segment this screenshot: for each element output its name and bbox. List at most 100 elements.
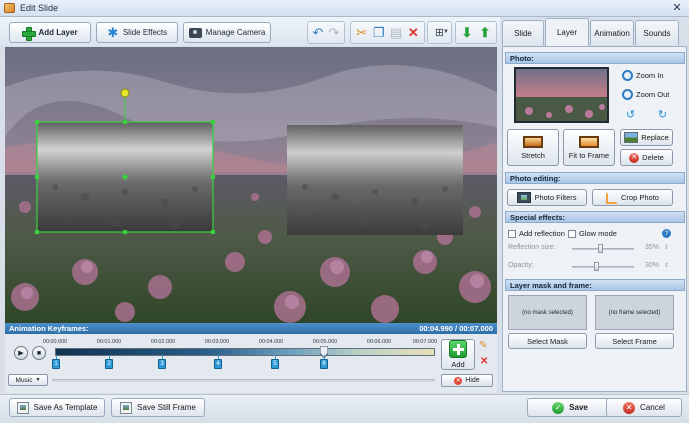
layer-order-group: ⬇ ⬆ [455, 21, 497, 44]
save-still-frame-label: Save Still Frame [137, 403, 196, 412]
tab-animation[interactable]: Animation [590, 20, 634, 45]
fit-to-frame-icon [579, 135, 599, 148]
stretch-label: Stretch [521, 150, 545, 160]
layer-selection[interactable] [5, 47, 497, 323]
still-frame-icon [120, 401, 133, 414]
tick-label: 00:02.000 [150, 339, 176, 345]
tick-label: 00:00.000 [42, 339, 68, 345]
timeline-track[interactable] [55, 348, 435, 356]
add-keyframe-button[interactable]: Add [441, 339, 475, 370]
cancel-icon: ✕ [623, 401, 636, 414]
tab-sounds[interactable]: Sounds [635, 20, 679, 45]
keyframes-time: 00:04.990 / 00:07.000 [419, 324, 493, 333]
select-frame-button[interactable]: Select Frame [595, 333, 674, 349]
keyframe-marker[interactable]: 4 [214, 359, 222, 369]
close-icon[interactable]: ✕ [670, 2, 684, 15]
manage-camera-button[interactable]: Manage Camera [183, 22, 271, 43]
fit-to-frame-button[interactable]: Fit to Frame [563, 129, 615, 166]
photo-section-header: Photo: [505, 52, 685, 64]
photo-thumbnail[interactable] [514, 67, 609, 123]
keyframe-marker[interactable]: 6 [320, 359, 328, 369]
tick-label: 00:07.000 [412, 339, 438, 345]
music-button[interactable]: Music ▼ [8, 374, 48, 386]
tick-label: 00:06.000 [366, 339, 392, 345]
sparkle-icon: ✱ [107, 24, 119, 40]
tick-label: 00:04.000 [258, 339, 284, 345]
keyframe-marker[interactable]: 3 [158, 359, 166, 369]
tick-label: 00:01.000 [96, 339, 122, 345]
checkbox-icon [568, 229, 576, 238]
zoom-in-icon [622, 70, 633, 81]
reflection-size-value: 35% [645, 244, 660, 251]
stop-button[interactable]: ■ [32, 346, 46, 360]
frame-preview: (no frame selected) [595, 295, 674, 330]
save-button[interactable]: ✓ Save [527, 398, 613, 417]
add-reflection-checkbox[interactable]: Add reflection [508, 229, 565, 238]
copy-icon[interactable]: ❐ [371, 25, 387, 41]
stepper-icon[interactable]: ⇕ [664, 262, 669, 269]
save-as-template-button[interactable]: Save As Template [9, 398, 105, 417]
stepper-icon[interactable]: ⇕ [664, 244, 669, 251]
tab-layer[interactable]: Layer [545, 18, 589, 46]
edit-group: ✂ ❐ ▤ ✕ [350, 21, 425, 44]
paste-icon[interactable]: ▤ [388, 25, 404, 41]
pencil-icon[interactable]: ✎ [479, 340, 487, 351]
photo-filters-button[interactable]: Photo Filters [507, 189, 587, 206]
reflection-size-track[interactable] [572, 248, 634, 250]
hide-icon: ✕ [454, 376, 463, 385]
keyframe-marker[interactable]: 2 [105, 359, 113, 369]
zoom-in-button[interactable]: Zoom In [622, 70, 664, 81]
save-still-frame-button[interactable]: Save Still Frame [111, 398, 205, 417]
arrow-down-icon[interactable]: ⬇ [459, 25, 475, 41]
cancel-button[interactable]: ✕ Cancel [606, 398, 682, 417]
undo-redo-group: ↶ ↷ [307, 21, 345, 44]
delete-icon[interactable]: ✕ [405, 25, 421, 41]
redo-icon[interactable]: ↷ [326, 25, 342, 41]
zoom-out-button[interactable]: Zoom Out [622, 89, 669, 100]
rotate-left-icon[interactable]: ↺ [624, 109, 637, 121]
window-title: Edit Slide [20, 3, 59, 13]
special-effects-section-header: Special effects: [505, 211, 685, 223]
keyframe-marker[interactable]: 5 [271, 359, 279, 369]
add-layer-button[interactable]: Add Layer [9, 22, 91, 43]
chevron-down-icon[interactable]: ▼ [443, 29, 449, 35]
mask-frame-section-header: Layer mask and frame: [505, 279, 685, 291]
help-icon[interactable]: ? [662, 229, 671, 238]
opacity-label: Opacity: [508, 262, 534, 269]
keyframes-title: Animation Keyframes: [9, 324, 89, 333]
glow-mode-label: Glow mode [579, 229, 617, 238]
cut-icon[interactable]: ✂ [354, 25, 370, 41]
photo-filters-label: Photo Filters [534, 193, 577, 202]
keyframes-header: Animation Keyframes: 00:04.990 / 00:07.0… [5, 323, 497, 334]
zoom-in-label: Zoom In [636, 71, 664, 80]
opacity-track[interactable] [572, 266, 634, 268]
slide-canvas[interactable] [5, 47, 497, 323]
arrow-up-icon[interactable]: ⬆ [477, 25, 493, 41]
crop-photo-button[interactable]: Crop Photo [592, 189, 673, 206]
opacity-value: 30% [645, 262, 660, 269]
rotate-right-icon[interactable]: ↻ [656, 109, 669, 121]
hide-button[interactable]: ✕ Hide [441, 374, 493, 387]
tick-label: 00:03.000 [204, 339, 230, 345]
reflection-size-knob[interactable] [598, 244, 603, 253]
stretch-button[interactable]: Stretch [507, 129, 559, 166]
tab-slide[interactable]: Slide [502, 20, 544, 45]
undo-icon[interactable]: ↶ [310, 25, 326, 41]
save-label: Save [569, 403, 588, 412]
keyframe-marker[interactable]: 1 [52, 359, 60, 369]
zoom-out-icon [622, 89, 633, 100]
manage-camera-label: Manage Camera [205, 28, 266, 37]
opacity-knob[interactable] [594, 262, 599, 271]
slide-effects-button[interactable]: ✱ Slide Effects [96, 22, 178, 43]
music-track[interactable] [52, 379, 435, 382]
replace-button[interactable]: Replace [620, 129, 673, 146]
title-bar: Edit Slide ✕ [0, 0, 689, 17]
delete-label: Delete [642, 153, 664, 162]
mask-preview: (no mask selected) [508, 295, 587, 330]
delete-keyframe-icon[interactable]: ✕ [480, 356, 488, 367]
play-button[interactable]: ▶ [14, 346, 28, 360]
glow-mode-checkbox[interactable]: Glow mode [568, 229, 617, 238]
select-mask-button[interactable]: Select Mask [508, 333, 587, 349]
zoom-out-label: Zoom Out [636, 90, 670, 99]
delete-photo-button[interactable]: ✕ Delete [620, 149, 673, 166]
